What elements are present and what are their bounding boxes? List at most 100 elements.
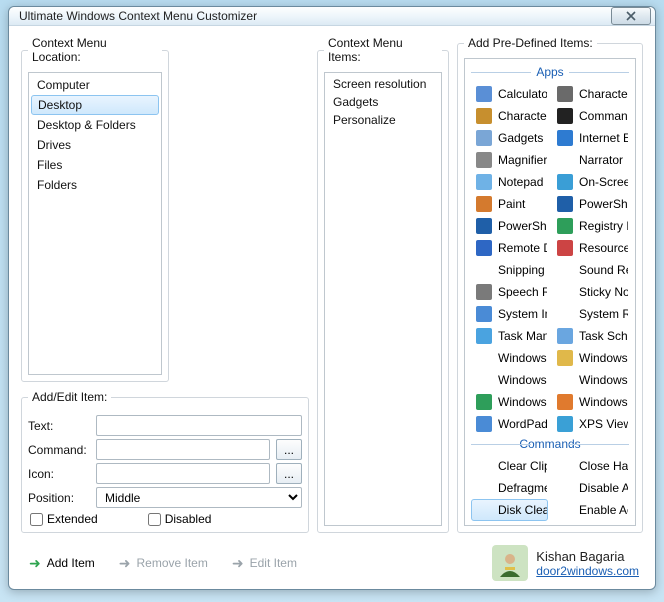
position-select[interactable]: Middle [96, 487, 302, 508]
commands-grid: Clear Clipboard Close Hanged Apps Defragme… [471, 455, 629, 521]
predef-app-item[interactable]: Windows DVD Maker [471, 347, 548, 369]
predef-app-item[interactable]: Gadgets [471, 127, 548, 149]
context-items-list[interactable]: Screen resolutionGadgetsPersonalize [324, 72, 442, 526]
icon-input[interactable] [96, 463, 270, 484]
command-icon [557, 480, 573, 496]
predef-app-item[interactable]: PowerShell [552, 193, 629, 215]
top-row: Context Menu Location: ComputerDesktopDe… [21, 36, 643, 533]
app-label: Windows Media Player [579, 395, 629, 409]
command-browse-button[interactable]: ... [276, 439, 302, 460]
predef-app-item[interactable]: Internet Explorer [552, 127, 629, 149]
predef-app-item[interactable]: System Information [471, 303, 548, 325]
window-title: Ultimate Windows Context Menu Customizer [19, 9, 611, 23]
predef-command-item[interactable]: Clear Clipboard [471, 455, 548, 477]
location-item[interactable]: Computer [29, 75, 161, 95]
predef-app-item[interactable]: Character Editor [552, 83, 629, 105]
predef-app-item[interactable]: Speech Recognition [471, 281, 548, 303]
icon-browse-button[interactable]: ... [276, 463, 302, 484]
predef-command-item[interactable]: Enable Aero [552, 499, 629, 521]
text-input[interactable] [96, 415, 302, 436]
context-item[interactable]: Personalize [325, 111, 441, 129]
command-icon [476, 458, 492, 474]
text-label: Text: [28, 419, 90, 433]
predef-app-item[interactable]: Sound Recorder [552, 259, 629, 281]
app-icon [476, 262, 492, 278]
predefined-list[interactable]: Apps CalculatorCharacter EditorCharacter… [464, 58, 636, 526]
location-item[interactable]: Desktop [31, 95, 159, 115]
app-icon [557, 218, 573, 234]
apps-grid: Calculator Character Editor Character MapC… [471, 83, 629, 435]
extended-checkbox-label[interactable]: Extended [30, 512, 98, 526]
app-icon [476, 130, 492, 146]
extended-checkbox[interactable] [30, 513, 43, 526]
predef-app-item[interactable]: Registry Editor [552, 215, 629, 237]
predef-app-item[interactable]: Windows Journal [552, 369, 629, 391]
predef-app-item[interactable]: Windows Fax and Sc… [471, 369, 548, 391]
author-link[interactable]: door2windows.com [536, 564, 639, 578]
disabled-checkbox[interactable] [148, 513, 161, 526]
context-item[interactable]: Gadgets [325, 93, 441, 111]
predef-app-item[interactable]: Calculator [471, 83, 548, 105]
predef-app-item[interactable]: Narrator [552, 149, 629, 171]
predef-app-item[interactable]: Magnifier [471, 149, 548, 171]
app-label: Speech Recognition [498, 285, 548, 299]
predef-app-item[interactable]: XPS Viewer [552, 413, 629, 435]
bottom-bar: ➜ Add Item ➜ Remove Item ➜ Edit Item Kis… [21, 539, 643, 583]
predef-command-item[interactable]: Disable Aero [552, 477, 629, 499]
add-item-button[interactable]: ➜ Add Item [29, 555, 95, 572]
predef-app-item[interactable]: Command Prompt [552, 105, 629, 127]
position-label: Position: [28, 491, 90, 505]
command-input[interactable] [96, 439, 270, 460]
predef-command-item[interactable]: Disk Cleanup [471, 499, 548, 521]
app-label: System Restore [579, 307, 629, 321]
predef-app-item[interactable]: PowerShell ISE [471, 215, 548, 237]
app-label: Resource Monitor [579, 241, 629, 255]
location-legend: Context Menu Location: [28, 36, 162, 64]
titlebar: Ultimate Windows Context Menu Customizer [9, 7, 655, 26]
disabled-checkbox-label[interactable]: Disabled [148, 512, 212, 526]
app-label: Gadgets [498, 131, 543, 145]
app-label: Character Editor [579, 87, 629, 101]
predef-app-item[interactable]: Windows Media Cen… [471, 391, 548, 413]
predef-app-item[interactable]: Task Manager [471, 325, 548, 347]
app-icon [476, 328, 492, 344]
context-items-legend: Context Menu Items: [324, 36, 442, 64]
predef-app-item[interactable]: Paint [471, 193, 548, 215]
predef-app-item[interactable]: Windows Explorer [552, 347, 629, 369]
app-label: Magnifier [498, 153, 547, 167]
edit-item-button[interactable]: ➜ Edit Item [232, 555, 297, 572]
predef-app-item[interactable]: Sticky Notes [552, 281, 629, 303]
app-label: Sound Recorder [579, 263, 629, 277]
predef-app-item[interactable]: System Restore [552, 303, 629, 325]
predef-app-item[interactable]: Snipping Tool [471, 259, 548, 281]
command-label: Close Hanged Apps [579, 459, 629, 473]
location-list[interactable]: ComputerDesktopDesktop & FoldersDrivesFi… [28, 72, 162, 375]
location-item[interactable]: Folders [29, 175, 161, 195]
location-panel: Context Menu Location: ComputerDesktopDe… [21, 36, 169, 382]
predef-app-item[interactable]: Character Map [471, 105, 548, 127]
predef-app-item[interactable]: Windows Media Player [552, 391, 629, 413]
predef-command-item[interactable]: Defragment [471, 477, 548, 499]
remove-item-button[interactable]: ➜ Remove Item [119, 555, 208, 572]
app-label: Remote Desktop [498, 241, 548, 255]
predef-app-item[interactable]: WordPad [471, 413, 548, 435]
app-label: Paint [498, 197, 525, 211]
predef-app-item[interactable]: Resource Monitor [552, 237, 629, 259]
location-item[interactable]: Drives [29, 135, 161, 155]
predef-command-item[interactable]: Close Hanged Apps [552, 455, 629, 477]
predef-app-item[interactable]: Remote Desktop [471, 237, 548, 259]
location-item[interactable]: Files [29, 155, 161, 175]
app-icon [557, 262, 573, 278]
window-body: Context Menu Location: ComputerDesktopDe… [9, 26, 655, 591]
app-icon [476, 196, 492, 212]
predef-app-item[interactable]: Notepad [471, 171, 548, 193]
location-item[interactable]: Desktop & Folders [29, 115, 161, 135]
close-button[interactable] [611, 7, 651, 25]
app-icon [557, 86, 573, 102]
app-icon [557, 130, 573, 146]
context-item[interactable]: Screen resolution [325, 75, 441, 93]
app-icon [557, 328, 573, 344]
predef-app-item[interactable]: On-Screen Keyboard [552, 171, 629, 193]
app-window: Ultimate Windows Context Menu Customizer… [8, 6, 656, 590]
predef-app-item[interactable]: Task Scheduler [552, 325, 629, 347]
